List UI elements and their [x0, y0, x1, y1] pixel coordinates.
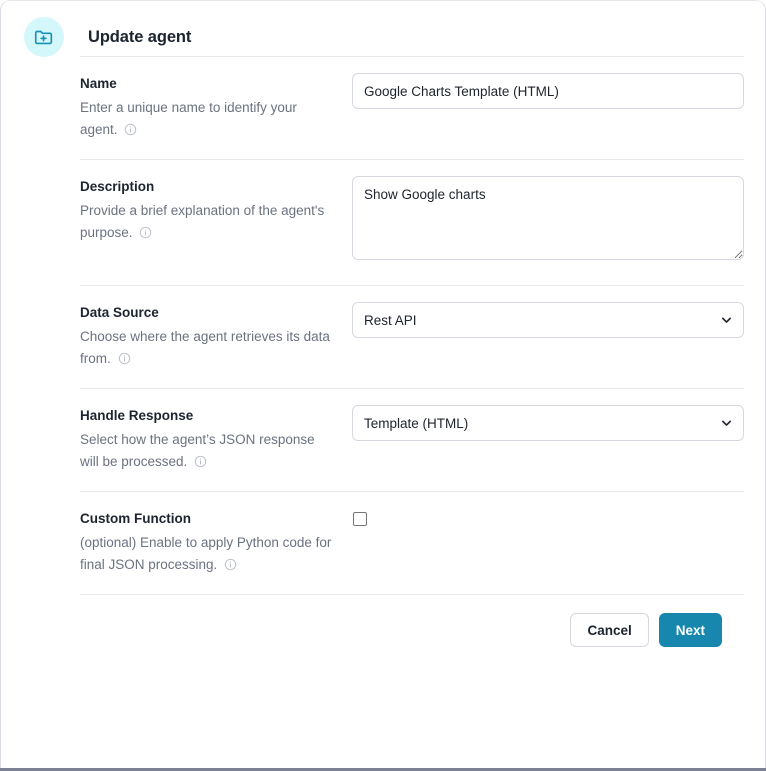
form-row-name: Name Enter a unique name to identify you… [80, 57, 744, 159]
form-row-data-source: Data Source Choose where the agent retri… [80, 286, 744, 388]
description-textarea[interactable]: Show Google charts [352, 176, 744, 260]
name-label: Name [80, 76, 117, 91]
description-label: Description [80, 179, 155, 194]
name-description: Enter a unique name to identify your age… [80, 97, 332, 143]
page-title: Update agent [88, 27, 192, 46]
info-icon[interactable] [194, 453, 207, 475]
custom-function-label: Custom Function [80, 511, 191, 526]
custom-function-checkbox[interactable] [353, 512, 367, 526]
data-source-label: Data Source [80, 305, 159, 320]
data-source-description: Choose where the agent retrieves its dat… [80, 326, 332, 372]
folder-plus-icon [24, 17, 64, 57]
description-field-group: Show Google charts [352, 176, 744, 265]
form-row-custom-function: Custom Function (optional) Enable to app… [80, 492, 744, 594]
update-agent-dialog: Update agent Name Enter a unique name to… [0, 0, 766, 771]
dialog-footer: Cancel Next [80, 595, 744, 647]
name-label-group: Name Enter a unique name to identify you… [80, 73, 352, 143]
name-input[interactable] [352, 73, 744, 109]
info-icon[interactable] [118, 350, 131, 372]
name-description-text: Enter a unique name to identify your age… [80, 100, 297, 137]
handle-response-description: Select how the agent’s JSON response wil… [80, 429, 332, 475]
custom-function-description: (optional) Enable to apply Python code f… [80, 532, 332, 578]
custom-function-field-group [352, 508, 744, 526]
data-source-select[interactable]: Rest API [352, 302, 744, 338]
info-icon[interactable] [139, 224, 152, 246]
cancel-button[interactable]: Cancel [570, 613, 649, 647]
handle-response-label: Handle Response [80, 408, 194, 423]
info-icon[interactable] [124, 121, 137, 143]
handle-response-label-group: Handle Response Select how the agent’s J… [80, 405, 352, 475]
handle-response-field-group: Template (HTML) [352, 405, 744, 441]
description-description: Provide a brief explanation of the agent… [80, 200, 332, 246]
description-label-group: Description Provide a brief explanation … [80, 176, 352, 246]
data-source-field-group: Rest API [352, 302, 744, 338]
custom-function-label-group: Custom Function (optional) Enable to app… [80, 508, 352, 578]
form-row-handle-response: Handle Response Select how the agent’s J… [80, 389, 744, 491]
next-button[interactable]: Next [658, 613, 722, 647]
handle-response-select-wrap: Template (HTML) [352, 405, 744, 441]
agent-form: Name Enter a unique name to identify you… [0, 56, 766, 647]
handle-response-select[interactable]: Template (HTML) [352, 405, 744, 441]
info-icon[interactable] [224, 556, 237, 578]
data-source-label-group: Data Source Choose where the agent retri… [80, 302, 352, 372]
name-field-group [352, 73, 744, 109]
data-source-select-wrap: Rest API [352, 302, 744, 338]
description-description-text: Provide a brief explanation of the agent… [80, 203, 325, 240]
dialog-header: Update agent [0, 0, 766, 57]
form-row-description: Description Provide a brief explanation … [80, 160, 744, 285]
custom-function-description-text: (optional) Enable to apply Python code f… [80, 535, 332, 572]
